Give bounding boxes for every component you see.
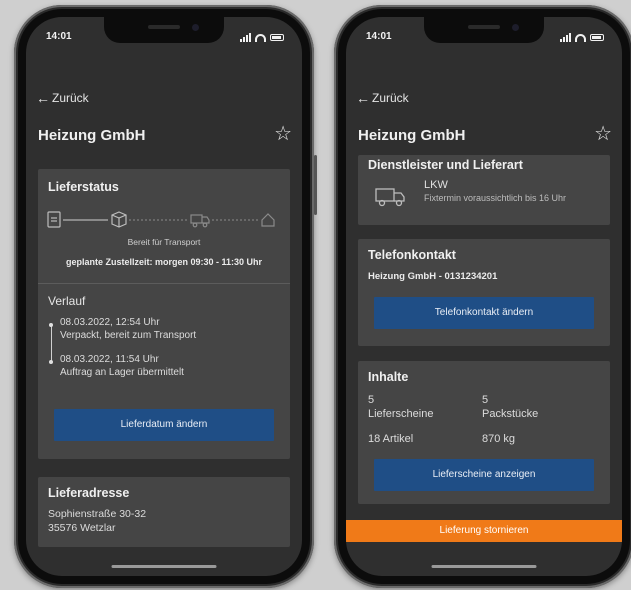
lieferung-stornieren-button[interactable]: Lieferung stornieren <box>346 520 622 542</box>
status-time: 14:01 <box>366 31 392 42</box>
phone-left: 14:01 ← Zurück Heizung GmbH ☆ Lieferstat… <box>14 5 317 588</box>
telefon-value: Heizung GmbH - 0131234201 <box>368 271 498 282</box>
dienstleister-heading: Dienstleister und Lieferart <box>368 158 523 172</box>
status-bar: 14:01 <box>366 31 604 47</box>
entry-text: Verpackt, bereit zum Transport <box>60 330 197 341</box>
telefonkontakt-card: Telefonkontakt Heizung GmbH - 0131234201… <box>358 239 610 346</box>
back-label: Zurück <box>52 91 89 105</box>
telefon-heading: Telefonkontakt <box>368 248 456 262</box>
delivery-note: Fixtermin voraussichtlich bis 16 Uhr <box>424 193 567 203</box>
wifi-icon <box>255 33 266 42</box>
star-icon[interactable]: ☆ <box>594 121 612 146</box>
lieferstatus-card: Lieferstatus Bereit für Transport geplan… <box>38 169 290 459</box>
packstuecke-label: Packstücke <box>482 408 539 420</box>
lieferdatum-aendern-button[interactable]: Lieferdatum ändern <box>54 409 274 441</box>
telefonkontakt-aendern-button[interactable]: Telefonkontakt ändern <box>374 297 594 329</box>
verlauf-heading: Verlauf <box>48 294 86 308</box>
packstuecke-stat: 5 Packstücke <box>482 393 538 421</box>
timeline-dot <box>49 360 53 364</box>
phone-right: 14:01 ← Zurück Heizung GmbH ☆ Dienstleis… <box>334 5 631 588</box>
back-button[interactable]: ← Zurück <box>36 90 89 106</box>
verlauf-entry: 08.03.2022, 11:54 Uhr Auftrag an Lager ü… <box>60 353 184 379</box>
inhalte-card: Inhalte 5 Lieferscheine 5 Packstücke 18 … <box>358 361 610 504</box>
lieferscheine-anzeigen-button[interactable]: Lieferscheine anzeigen <box>374 459 594 491</box>
home-indicator[interactable] <box>111 565 217 568</box>
document-icon <box>47 211 61 228</box>
truck-icon <box>375 188 405 207</box>
wifi-icon <box>575 33 586 42</box>
address-street: Sophienstraße 30-32 <box>48 508 147 520</box>
star-icon[interactable]: ☆ <box>274 121 292 146</box>
packstuecke-count: 5 <box>482 394 489 406</box>
step-label: Bereit für Transport <box>127 237 201 247</box>
divider <box>38 283 290 284</box>
delivery-progress <box>47 211 275 228</box>
lieferscheine-stat: 5 Lieferscheine <box>368 393 433 421</box>
screen: 14:01 ← Zurück Heizung GmbH ☆ Dienstleis… <box>346 17 622 576</box>
lieferscheine-count: 5 <box>368 394 375 406</box>
back-arrow-icon: ← <box>36 90 50 106</box>
battery-icon <box>270 34 284 41</box>
side-button <box>314 155 317 215</box>
timeline-dot <box>49 323 53 327</box>
artikel-count: 18 Artikel <box>368 433 414 445</box>
entry-text: Auftrag an Lager übermittelt <box>60 367 184 378</box>
signal-icon <box>240 33 251 42</box>
back-arrow-icon: ← <box>356 90 370 106</box>
lieferadresse-card: Lieferadresse Sophienstraße 30-32 35576 … <box>38 477 290 547</box>
vehicle-type: LKW <box>424 179 448 191</box>
entry-date: 08.03.2022, 11:54 Uhr <box>60 354 159 365</box>
package-icon <box>111 211 127 228</box>
home-indicator[interactable] <box>431 565 537 568</box>
timeline-line <box>51 324 52 362</box>
lieferscheine-label: Lieferscheine <box>368 408 434 420</box>
entry-date: 08.03.2022, 12:54 Uhr <box>60 317 160 328</box>
page-title: Heizung GmbH <box>358 127 466 144</box>
truck-icon <box>190 214 210 228</box>
home-icon <box>261 213 275 227</box>
dienstleister-card: Dienstleister und Lieferart LKW Fixtermi… <box>358 155 610 225</box>
planned-time: geplante Zustellzeit: morgen 09:30 - 11:… <box>65 257 263 267</box>
inhalte-heading: Inhalte <box>368 370 409 384</box>
screen: 14:01 ← Zurück Heizung GmbH ☆ Lieferstat… <box>26 17 302 576</box>
battery-icon <box>590 34 604 41</box>
status-time: 14:01 <box>46 31 72 42</box>
gewicht: 870 kg <box>482 433 516 445</box>
address-city: 35576 Wetzlar <box>48 522 116 534</box>
verlauf-entry: 08.03.2022, 12:54 Uhr Verpackt, bereit z… <box>60 316 196 342</box>
page-title: Heizung GmbH <box>38 127 146 144</box>
signal-icon <box>560 33 571 42</box>
back-label: Zurück <box>372 91 409 105</box>
back-button[interactable]: ← Zurück <box>356 90 409 106</box>
status-bar: 14:01 <box>46 31 284 47</box>
lieferadresse-heading: Lieferadresse <box>48 486 130 500</box>
lieferstatus-heading: Lieferstatus <box>48 180 119 194</box>
